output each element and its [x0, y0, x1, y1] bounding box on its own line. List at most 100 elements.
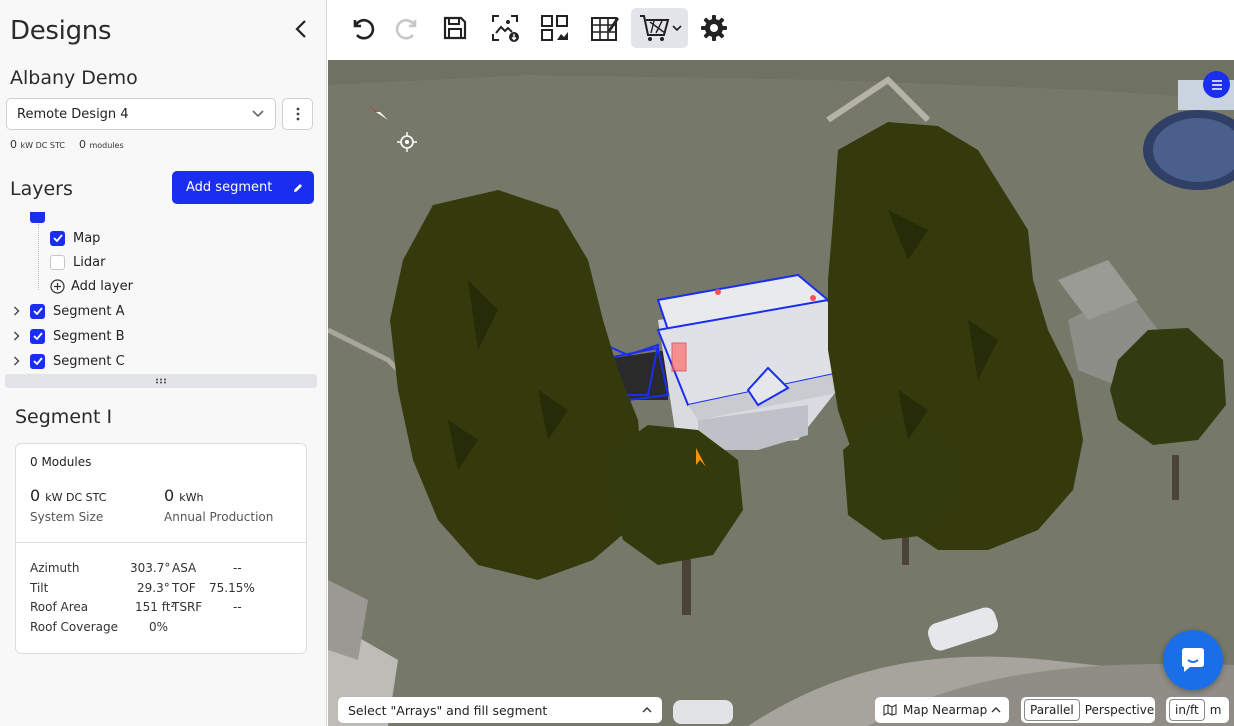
- workflow-hint-value: Select "Arrays" and fill segment: [348, 702, 548, 718]
- segment-detail-title: Segment I: [15, 406, 113, 428]
- add-segment-button[interactable]: Add segment: [172, 171, 314, 204]
- segment-label-c: Segment C: [53, 353, 125, 369]
- map-source-value: Map Nearmap: [903, 703, 988, 717]
- segment-b-checkbox[interactable]: [30, 328, 45, 344]
- undo-button[interactable]: [340, 8, 384, 48]
- divider: [16, 542, 306, 543]
- segment-detail-card: 0 Modules 0 kW DC STC System Size 0 kWh …: [15, 443, 307, 654]
- check-icon: [32, 357, 43, 365]
- image-download-icon: [492, 15, 519, 42]
- map-icon: [883, 704, 897, 716]
- save-icon: [443, 16, 467, 40]
- tree-guide: [38, 224, 39, 290]
- chevron-down-icon: [671, 25, 682, 32]
- pencil-icon: [294, 183, 302, 192]
- prop-value-tof: 75.15%: [209, 581, 255, 595]
- projection-option-perspective[interactable]: Perspective: [1080, 700, 1160, 720]
- prop-label-tof: TOF: [172, 581, 196, 595]
- main-toolbar: [328, 0, 1234, 60]
- annual-production-caption: Annual Production: [164, 510, 274, 524]
- add-segment-label: Add segment: [186, 180, 273, 195]
- save-button[interactable]: [433, 8, 477, 48]
- check-icon: [32, 307, 43, 315]
- prop-value-azimuth: 303.7°: [130, 561, 171, 575]
- segment-item-c[interactable]: Segment C: [10, 350, 125, 372]
- collapse-sidebar-button[interactable]: [288, 14, 314, 44]
- image-download-button[interactable]: [483, 8, 527, 48]
- map-menu-button[interactable]: [1203, 71, 1230, 98]
- kw-value: 0: [10, 138, 17, 151]
- map-source-select[interactable]: Map Nearmap: [875, 697, 1009, 723]
- redo-icon: [395, 18, 417, 40]
- modules-value: 0: [78, 138, 86, 151]
- sidebar-title: Designs: [10, 16, 112, 46]
- design-select[interactable]: Remote Design 4: [6, 98, 276, 130]
- kw-unit: kW DC STC: [20, 141, 65, 150]
- chevron-left-icon: [295, 20, 306, 38]
- more-vertical-icon: [296, 107, 299, 121]
- prop-value-roof-area: 151 ft²: [135, 600, 176, 614]
- system-size-caption: System Size: [30, 510, 104, 524]
- aerial-map-image: [328, 60, 1234, 726]
- prop-value-tsrf: --: [233, 600, 242, 614]
- segment-a-checkbox[interactable]: [30, 303, 45, 319]
- prop-value-tilt: 29.3°: [137, 581, 170, 595]
- segment-modules-count: 0 Modules: [30, 455, 92, 469]
- layout-button[interactable]: [533, 8, 577, 48]
- units-toggle: in/ft m: [1166, 697, 1229, 723]
- layer-item-lidar[interactable]: Lidar: [50, 251, 105, 273]
- annual-production-value: 0: [164, 486, 175, 505]
- prop-label-roof-area: Roof Area: [30, 600, 89, 614]
- chevron-right-icon[interactable]: [10, 306, 22, 316]
- designs-sidebar: Designs Albany Demo Remote Design 4 0 kW…: [0, 0, 327, 726]
- check-icon: [32, 332, 43, 340]
- layout-grid-icon: [541, 15, 568, 41]
- map-layer-checkbox[interactable]: [50, 230, 65, 246]
- shopping-cart-icon: [639, 15, 669, 41]
- design-select-value: Remote Design 4: [17, 106, 129, 122]
- settings-button[interactable]: [692, 8, 736, 48]
- add-layer-label: Add layer: [71, 278, 133, 294]
- cart-dropdown-button[interactable]: [631, 8, 688, 48]
- plus-circle-icon: [50, 278, 65, 294]
- chat-bubble-icon: [1182, 648, 1204, 672]
- design-menu-button[interactable]: [282, 98, 313, 130]
- segment-c-checkbox[interactable]: [30, 353, 45, 369]
- segment-item-b[interactable]: Segment B: [10, 325, 125, 347]
- undo-icon: [353, 18, 375, 40]
- prop-label-asa: ASA: [172, 561, 197, 575]
- prop-value-asa: --: [233, 561, 242, 575]
- segment-label-a: Segment A: [53, 303, 125, 319]
- chevron-right-icon[interactable]: [10, 356, 22, 366]
- unit-option-in-ft[interactable]: in/ft: [1169, 699, 1205, 721]
- layers-tree: Map Lidar Add layer Segment A Segment B …: [0, 212, 326, 372]
- layer-group-checkbox[interactable]: [30, 212, 45, 223]
- prop-label-azimuth: Azimuth: [30, 561, 80, 575]
- layers-title: Layers: [10, 178, 73, 200]
- project-name: Albany Demo: [10, 67, 138, 89]
- hamburger-menu-icon: [1211, 79, 1222, 90]
- chevron-right-icon[interactable]: [10, 331, 22, 341]
- edit-table-icon: [591, 17, 619, 41]
- drag-handle-icon: [156, 378, 166, 384]
- system-size-unit: kW DC STC: [45, 491, 107, 504]
- chevron-up-icon: [642, 707, 652, 713]
- layer-item-map[interactable]: Map: [50, 227, 100, 249]
- prop-label-roof-coverage: Roof Coverage: [30, 620, 119, 634]
- segment-item-a[interactable]: Segment A: [10, 300, 125, 322]
- projection-option-parallel[interactable]: Parallel: [1024, 699, 1080, 721]
- chevron-down-icon: [252, 110, 264, 118]
- panel-resize-handle[interactable]: [5, 374, 317, 388]
- chat-support-button[interactable]: [1163, 630, 1223, 690]
- workflow-hint-select[interactable]: Select "Arrays" and fill segment: [338, 697, 662, 723]
- layer-label-map: Map: [73, 230, 101, 246]
- check-icon: [52, 234, 63, 242]
- gear-icon: [701, 15, 727, 41]
- prop-label-tsrf: TSRF: [172, 600, 203, 614]
- map-viewport[interactable]: Select "Arrays" and fill segment Map Nea…: [328, 60, 1234, 726]
- unit-option-m[interactable]: m: [1205, 700, 1227, 720]
- edit-table-button[interactable]: [583, 8, 627, 48]
- lidar-layer-checkbox[interactable]: [50, 254, 65, 270]
- redo-button[interactable]: [386, 8, 430, 48]
- add-layer-button[interactable]: Add layer: [50, 275, 133, 297]
